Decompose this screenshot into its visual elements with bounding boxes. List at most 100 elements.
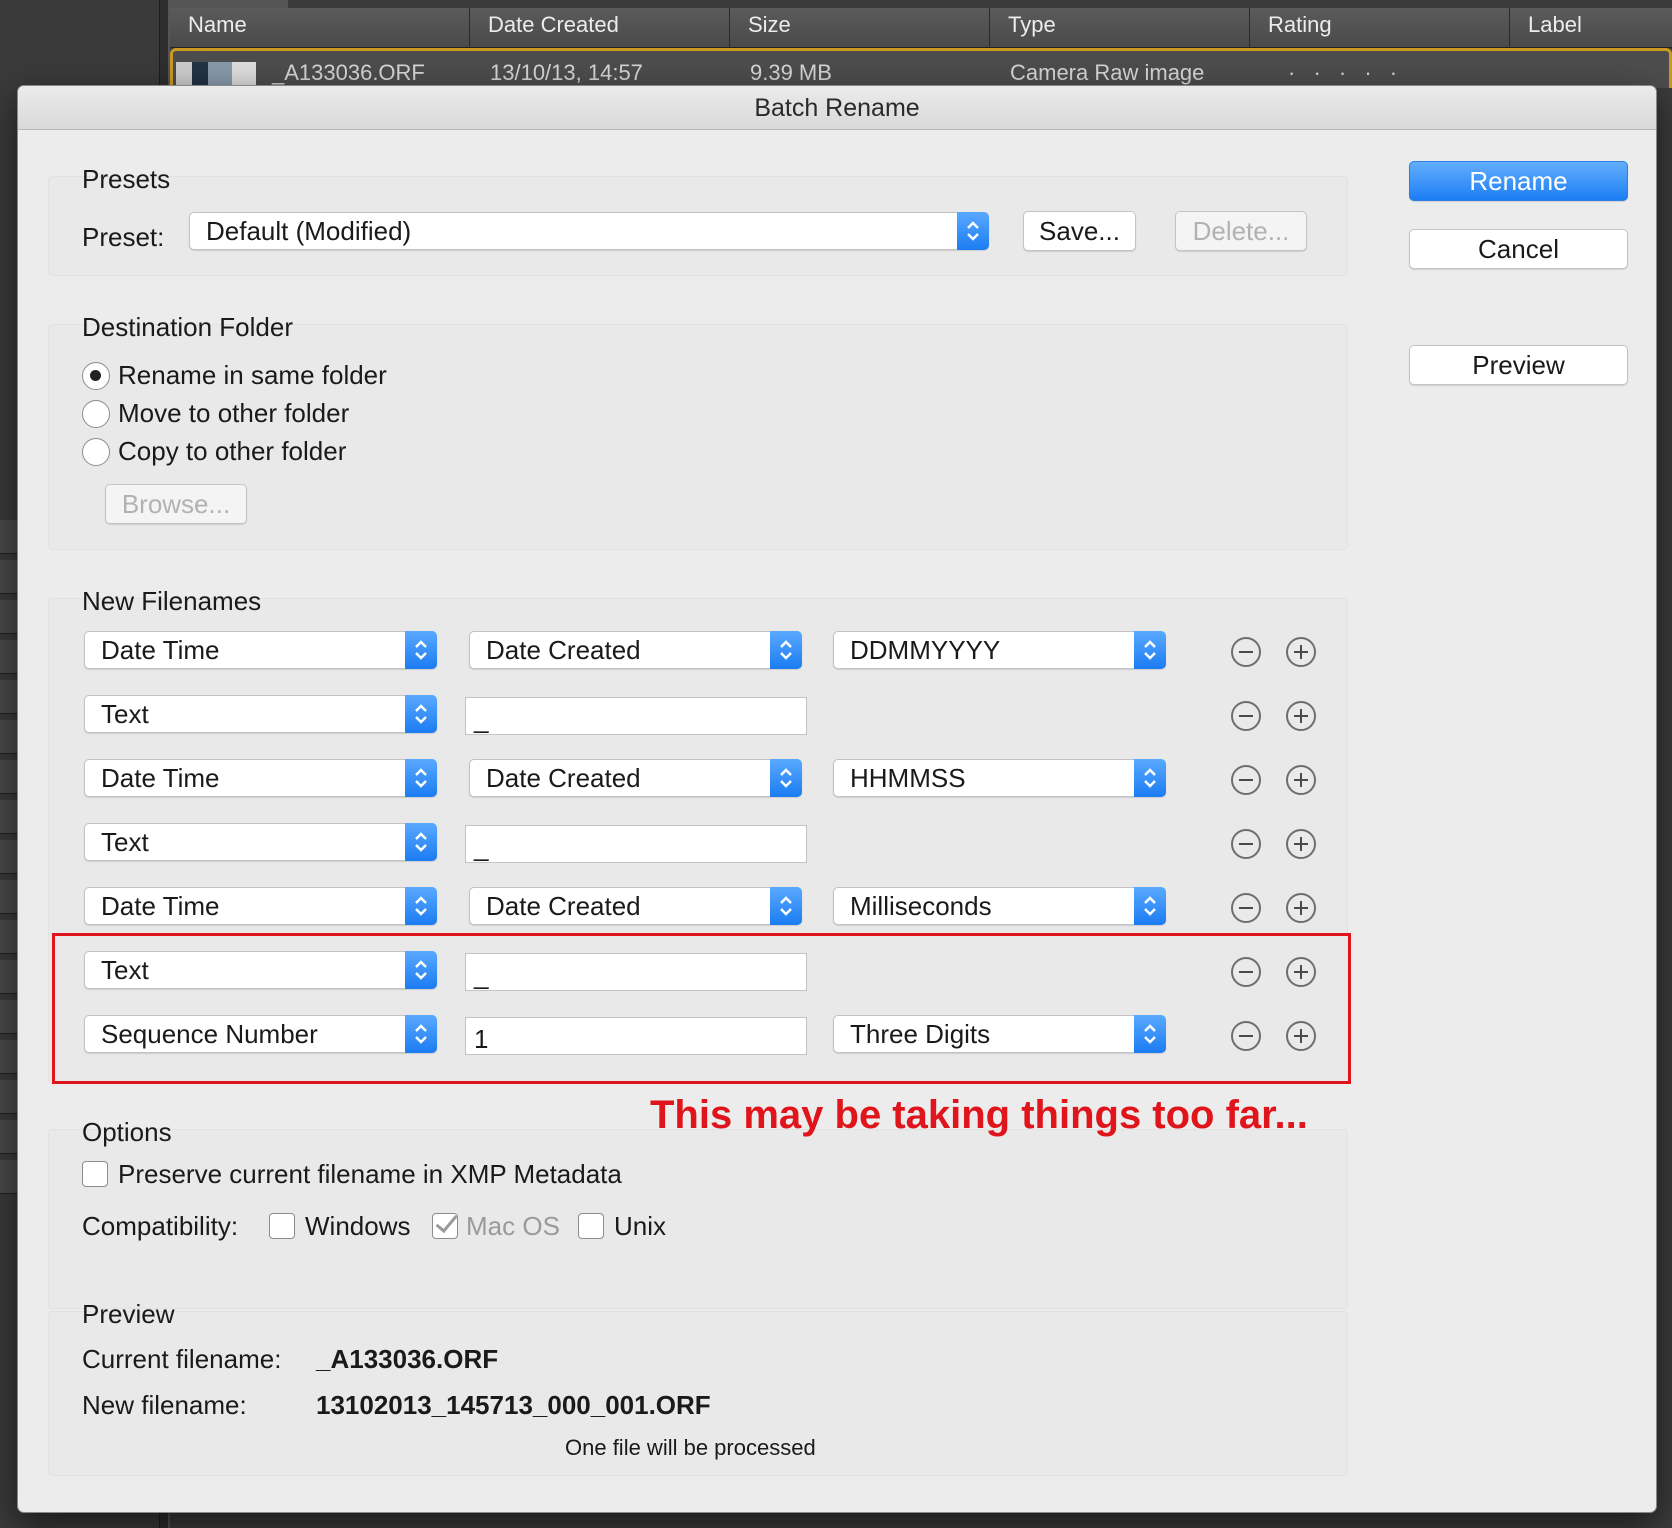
windows-checkbox[interactable] xyxy=(269,1213,295,1239)
rule-type-popup[interactable]: Text xyxy=(84,823,437,861)
preserve-filename-checkbox[interactable] xyxy=(82,1161,108,1187)
add-rule-plus-icon[interactable] xyxy=(1286,701,1316,731)
chevron-updown-icon xyxy=(770,759,802,797)
file-thumbnail xyxy=(176,62,256,88)
rule-format-popup[interactable]: HHMMSS xyxy=(833,759,1166,797)
remove-rule-minus-icon[interactable] xyxy=(1231,829,1261,859)
rule-field-popup[interactable]: Date Created xyxy=(469,887,802,925)
rule-type-popup[interactable]: Date Time xyxy=(84,887,437,925)
chevron-updown-icon xyxy=(1134,887,1166,925)
chevron-updown-icon xyxy=(770,887,802,925)
add-rule-plus-icon[interactable] xyxy=(1286,765,1316,795)
preview-button[interactable]: Preview xyxy=(1409,345,1628,385)
rule-field-popup[interactable]: Date Created xyxy=(469,631,802,669)
remove-rule-minus-icon[interactable] xyxy=(1231,637,1261,667)
options-title: Options xyxy=(82,1117,172,1147)
content-tab[interactable] xyxy=(168,0,288,8)
rename-same-folder-label[interactable]: Rename in same folder xyxy=(118,360,387,391)
rule-format-popup[interactable]: Milliseconds xyxy=(833,887,1166,925)
chevron-updown-icon xyxy=(405,631,437,669)
rule-type-value: Text xyxy=(101,827,149,857)
column-date-created[interactable]: Date Created xyxy=(470,8,730,48)
preset-popup[interactable]: Default (Modified) xyxy=(189,212,989,250)
rule-type-value: Date Time xyxy=(101,763,220,793)
rule-format-value: HHMMSS xyxy=(850,763,966,793)
files-processed-status: One file will be processed xyxy=(565,1435,816,1460)
macos-checkbox xyxy=(432,1213,458,1239)
rule-text-field[interactable]: _ xyxy=(465,697,807,735)
new-filename-label: New filename: xyxy=(82,1390,247,1420)
column-name[interactable]: Name xyxy=(170,8,470,48)
rule-field-value: Date Created xyxy=(486,635,641,665)
file-size: 9.39 MB xyxy=(750,60,832,85)
rule-type-value: Text xyxy=(101,699,149,729)
rule-format-value: Milliseconds xyxy=(850,891,992,921)
remove-rule-minus-icon[interactable] xyxy=(1231,765,1261,795)
chevron-updown-icon xyxy=(405,695,437,733)
rule-field-value: Date Created xyxy=(486,891,641,921)
annotation-text: This may be taking things too far... xyxy=(650,1093,1308,1137)
move-other-folder-label[interactable]: Move to other folder xyxy=(118,398,349,429)
rule-type-popup[interactable]: Date Time xyxy=(84,759,437,797)
column-type[interactable]: Type xyxy=(990,8,1250,48)
rule-format-value: DDMMYYYY xyxy=(850,635,1001,665)
copy-other-folder-radio[interactable] xyxy=(82,438,110,466)
column-rating[interactable]: Rating xyxy=(1250,8,1510,48)
add-rule-plus-icon[interactable] xyxy=(1286,637,1316,667)
rule-type-value: Date Time xyxy=(101,635,220,665)
cancel-button[interactable]: Cancel xyxy=(1409,229,1628,269)
current-filename-label: Current filename: xyxy=(82,1344,282,1374)
preset-label: Preset: xyxy=(82,222,165,252)
file-name: _A133036.ORF xyxy=(272,60,425,85)
windows-label[interactable]: Windows xyxy=(305,1211,410,1242)
current-filename-value: _A133036.ORF xyxy=(316,1344,499,1374)
new-filename-value: 13102013_145713_000_001.ORF xyxy=(316,1390,711,1420)
destination-title: Destination Folder xyxy=(82,312,293,342)
chevron-updown-icon xyxy=(1134,631,1166,669)
rule-field-value: Date Created xyxy=(486,763,641,793)
browse-button[interactable]: Browse... xyxy=(105,484,247,524)
chevron-updown-icon xyxy=(405,887,437,925)
file-rating[interactable]: · · · · · xyxy=(1288,60,1403,86)
save-preset-button[interactable]: Save... xyxy=(1023,211,1136,251)
chevron-updown-icon xyxy=(1134,759,1166,797)
preserve-filename-label[interactable]: Preserve current filename in XMP Metadat… xyxy=(118,1159,622,1190)
chevron-updown-icon xyxy=(405,823,437,861)
copy-other-folder-label[interactable]: Copy to other folder xyxy=(118,436,346,467)
delete-preset-button[interactable]: Delete... xyxy=(1175,211,1307,251)
new-filenames-title: New Filenames xyxy=(82,586,262,616)
chevron-updown-icon xyxy=(957,212,989,250)
move-other-folder-radio[interactable] xyxy=(82,400,110,428)
add-rule-plus-icon[interactable] xyxy=(1286,893,1316,923)
column-label[interactable]: Label xyxy=(1510,8,1672,48)
rule-type-popup[interactable]: Text xyxy=(84,695,437,733)
file-type: Camera Raw image xyxy=(1010,60,1205,85)
rename-button[interactable]: Rename xyxy=(1409,161,1628,201)
options-group xyxy=(48,1129,1348,1309)
annotation-highlight-box xyxy=(52,933,1351,1084)
rule-type-value: Date Time xyxy=(101,891,220,921)
rule-text-value: _ xyxy=(474,832,489,862)
rule-text-field[interactable]: _ xyxy=(465,825,807,863)
add-rule-plus-icon[interactable] xyxy=(1286,829,1316,859)
rule-type-popup[interactable]: Date Time xyxy=(84,631,437,669)
chevron-updown-icon xyxy=(405,759,437,797)
rename-same-folder-radio[interactable] xyxy=(82,362,110,390)
preview-title: Preview xyxy=(82,1299,175,1329)
file-date: 13/10/13, 14:57 xyxy=(490,60,643,85)
unix-label[interactable]: Unix xyxy=(614,1211,666,1242)
dialog-title: Batch Rename xyxy=(18,86,1656,130)
column-size[interactable]: Size xyxy=(730,8,990,48)
chevron-updown-icon xyxy=(770,631,802,669)
macos-label: Mac OS xyxy=(466,1211,560,1241)
unix-checkbox[interactable] xyxy=(578,1213,604,1239)
batch-rename-dialog: Batch Rename Rename Cancel Preview Prese… xyxy=(18,86,1656,1512)
presets-title: Presets xyxy=(82,164,171,194)
rule-field-popup[interactable]: Date Created xyxy=(469,759,802,797)
remove-rule-minus-icon[interactable] xyxy=(1231,701,1261,731)
rule-text-value: _ xyxy=(474,704,489,734)
rule-format-popup[interactable]: DDMMYYYY xyxy=(833,631,1166,669)
compatibility-label: Compatibility: xyxy=(82,1211,239,1241)
preset-value: Default (Modified) xyxy=(206,216,412,246)
remove-rule-minus-icon[interactable] xyxy=(1231,893,1261,923)
